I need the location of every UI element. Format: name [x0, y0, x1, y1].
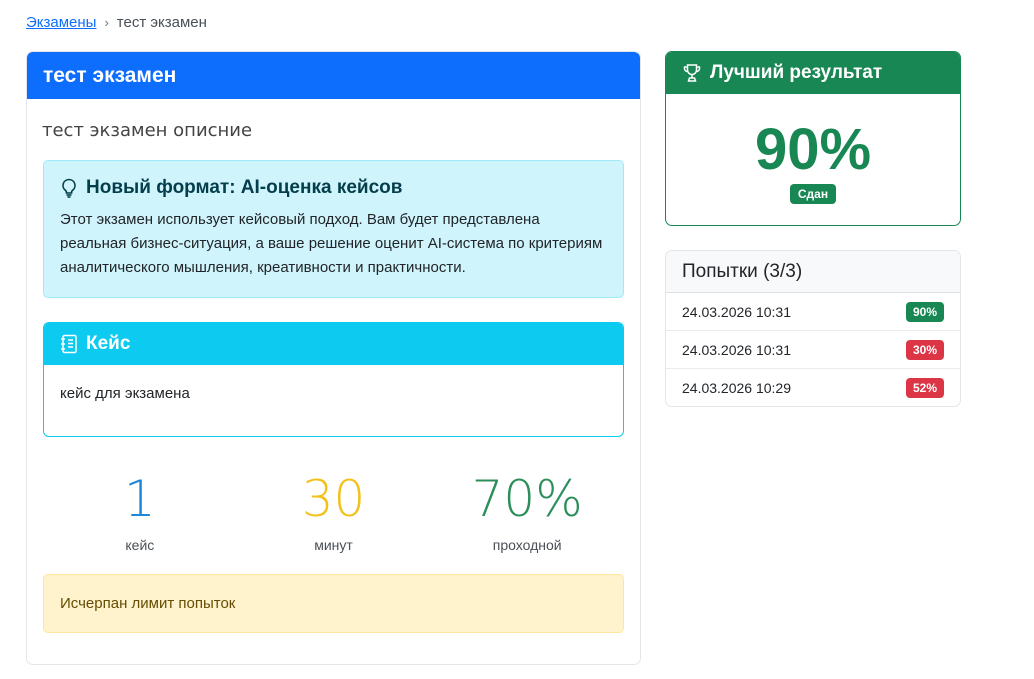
stat-passing: 70% проходной — [430, 467, 624, 553]
case-title: Кейс — [86, 333, 131, 354]
stat-minutes-label: минут — [314, 537, 353, 553]
attempt-date: 24.03.2026 10:31 — [682, 341, 791, 358]
journal-icon — [60, 334, 78, 354]
ai-format-text: Этот экзамен использует кейсовый подход.… — [60, 211, 603, 276]
attempt-date: 24.03.2026 10:29 — [682, 380, 791, 396]
ai-format-title-row: Новый формат: AI-оценка кейсов — [60, 177, 607, 199]
stat-passing-value: 70% — [471, 470, 583, 528]
best-result-value: 90% — [754, 117, 872, 182]
exam-stats: 1 кейс 30 минут 70% проходной — [43, 467, 624, 553]
lightbulb-icon — [60, 178, 78, 198]
attempt-row: 24.03.2026 10:29 52% — [666, 369, 960, 406]
stat-passing-label: проходной — [492, 537, 562, 553]
ai-format-title: Новый формат: AI-оценка кейсов — [86, 177, 403, 198]
stat-cases-label: кейс — [125, 537, 155, 553]
breadcrumb-exams-link[interactable]: Экзамены — [26, 14, 96, 31]
attempt-limit-alert: Исчерпан лимит попыток — [43, 574, 624, 633]
passed-badge: Сдан — [790, 184, 836, 204]
case-body: кейс для экзамена — [60, 385, 190, 402]
best-result-header: Лучший результат — [666, 52, 960, 94]
attempt-score-badge: 90% — [905, 301, 944, 322]
best-result-card: Лучший результат 90% Сдан — [665, 51, 961, 226]
attempts-title: Попытки (3/3) — [666, 251, 960, 293]
breadcrumb: Экзамены › тест экзамен — [26, 14, 207, 31]
attempts-card: Попытки (3/3) 24.03.2026 10:31 90% 24.03… — [665, 250, 961, 407]
attempt-date: 24.03.2026 10:31 — [682, 303, 791, 320]
case-header: Кейс — [44, 323, 623, 365]
best-result-title: Лучший результат — [710, 62, 883, 83]
attempt-score-badge: 52% — [905, 378, 944, 398]
exam-title: тест экзамен — [27, 52, 640, 99]
ai-format-alert: Новый формат: AI-оценка кейсов Этот экза… — [43, 160, 624, 298]
stat-cases: 1 кейс — [43, 467, 237, 553]
attempt-row: 24.03.2026 10:31 90% — [666, 293, 960, 331]
stat-minutes-value: 30 — [301, 470, 366, 528]
stat-cases-value: 1 — [123, 470, 156, 528]
exam-card: тест экзамен тест экзамен описние Новый … — [26, 51, 641, 665]
case-card: Кейс кейс для экзамена — [43, 322, 624, 437]
exam-description: тест экзамен описние — [42, 120, 253, 141]
breadcrumb-separator: › — [104, 15, 109, 30]
stat-minutes: 30 минут — [237, 467, 431, 553]
breadcrumb-current: тест экзамен — [116, 14, 207, 31]
attempt-row: 24.03.2026 10:31 30% — [666, 331, 960, 369]
attempt-score-badge: 30% — [905, 339, 944, 360]
trophy-icon — [682, 63, 702, 83]
